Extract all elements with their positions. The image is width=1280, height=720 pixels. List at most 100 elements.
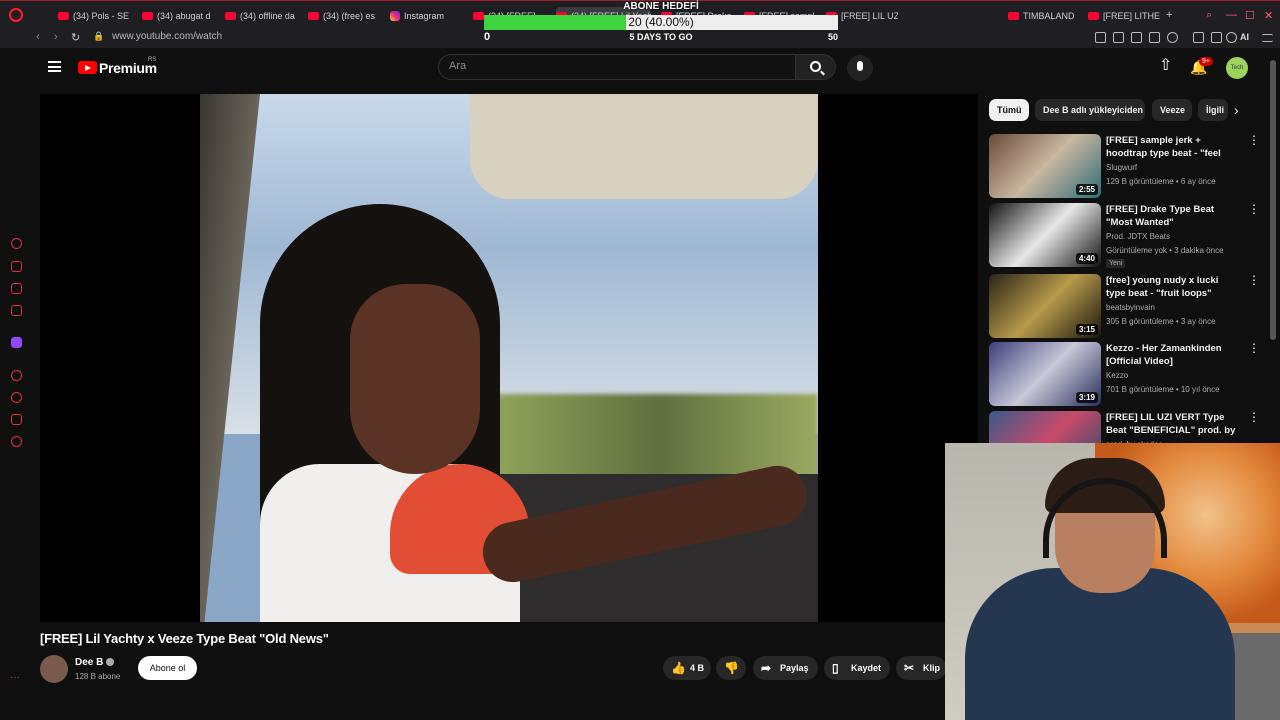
dislike-button[interactable]: 👎	[716, 656, 746, 680]
extensions-icon[interactable]	[11, 414, 22, 425]
recommended-video-channel[interactable]: beatsbyinvain	[1106, 303, 1155, 312]
tab-label: (34) abugat d	[157, 11, 211, 21]
like-button[interactable]: 👍 4 B	[663, 656, 711, 680]
recommended-video[interactable]: 4:40 [FREE] Drake Type Beat "Most Wanted"…	[989, 203, 1261, 268]
heart-icon[interactable]	[1167, 32, 1178, 43]
search-tabs-icon[interactable]: ⌕	[1206, 9, 1212, 22]
player-icon[interactable]	[1149, 32, 1160, 43]
recommended-video-title[interactable]: [FREE] sample jerk + hoodtrap type beat …	[1106, 134, 1238, 160]
speed-dial-icon[interactable]	[11, 238, 22, 249]
recommended-video-meta: 701 B görüntüleme • 10 yıl önce	[1106, 385, 1220, 394]
close-window-icon[interactable]: ✕	[1264, 9, 1273, 22]
reload-icon[interactable]: ↻	[71, 31, 80, 44]
search-box	[438, 54, 796, 80]
browser-tab[interactable]: (34) offline da	[225, 7, 297, 25]
opera-logo-icon[interactable]	[9, 8, 23, 22]
filter-chip[interactable]: İlgili	[1198, 99, 1228, 121]
video-scene-visor	[470, 94, 818, 199]
more-actions-icon[interactable]: ⋮	[1248, 411, 1260, 423]
subscribe-button[interactable]: Abone ol	[138, 656, 197, 680]
new-tab-button[interactable]: +	[1166, 9, 1172, 21]
search-button[interactable]	[796, 54, 836, 80]
browser-tab[interactable]: TIMBALAND	[1008, 7, 1080, 25]
recommended-video-channel[interactable]: Prod. JDTX Beats	[1106, 232, 1170, 241]
video-duration: 3:19	[1075, 392, 1098, 403]
sidebar-more-icon[interactable]: ···	[10, 672, 20, 683]
minimize-icon[interactable]: —	[1226, 9, 1237, 21]
video-frame[interactable]	[200, 94, 818, 622]
aria-ai-button[interactable]: AI	[1240, 32, 1249, 42]
video-thumbnail[interactable]: 3:15	[989, 274, 1101, 338]
tab-label: [FREE] LITHE	[1103, 11, 1160, 21]
recommended-video-channel[interactable]: Kezzo	[1106, 371, 1128, 380]
clip-button[interactable]: ✂ Klip	[896, 656, 946, 680]
youtube-favicon-icon	[225, 12, 236, 20]
url-field[interactable]: www.youtube.com/watch	[112, 31, 222, 42]
back-icon[interactable]: ‹	[36, 31, 40, 43]
browser-tab[interactable]: Instagram	[390, 7, 462, 25]
account-avatar[interactable]: Tech	[1226, 57, 1248, 79]
recommended-video[interactable]: 3:15 [free] young nudy x lucki type beat …	[989, 274, 1261, 338]
youtube-logo-icon[interactable]	[78, 61, 97, 74]
maximize-icon[interactable]: ☐	[1245, 9, 1255, 22]
youtube-favicon-icon	[473, 12, 484, 20]
easy-setup-icon[interactable]	[1262, 34, 1273, 42]
send-icon[interactable]	[1226, 32, 1237, 43]
youtube-favicon-icon	[308, 12, 319, 20]
recommended-video-title[interactable]: [FREE] Drake Type Beat "Most Wanted"	[1106, 203, 1238, 229]
more-actions-icon[interactable]: ⋮	[1248, 203, 1260, 215]
browser-tab[interactable]: (34) (free) es	[308, 7, 380, 25]
chevron-right-icon[interactable]: ›	[1234, 101, 1250, 119]
forward-icon[interactable]: ›	[54, 31, 58, 43]
history-icon[interactable]	[11, 392, 22, 403]
goal-progress-text: 20 (40.00%)	[628, 15, 694, 29]
wallet-icon[interactable]	[1193, 32, 1204, 43]
share-label: Paylaş	[780, 663, 809, 673]
filter-chip[interactable]: Tümü	[989, 99, 1029, 121]
channel-name[interactable]: Dee B	[75, 657, 103, 668]
adblock-icon[interactable]	[1131, 32, 1142, 43]
thumbs-up-icon: 👍	[671, 661, 686, 675]
browser-tab[interactable]: [FREE] LITHE	[1088, 7, 1160, 25]
mail-icon[interactable]	[11, 305, 22, 316]
page-scrollbar[interactable]	[1270, 60, 1276, 340]
more-actions-icon[interactable]: ⋮	[1248, 342, 1260, 354]
player-sidebar-icon[interactable]	[11, 370, 22, 381]
video-thumbnail[interactable]: 4:40	[989, 203, 1101, 267]
more-actions-icon[interactable]: ⋮	[1248, 134, 1260, 146]
filter-chip[interactable]: Dee B adlı yükleyiciden	[1035, 99, 1145, 121]
recommended-video[interactable]: 3:19 Kezzo - Her Zamankinden [Official Vi…	[989, 342, 1261, 406]
youtube-favicon-icon	[142, 12, 153, 20]
hamburger-menu-icon[interactable]	[48, 61, 61, 72]
like-count: 4 B	[690, 663, 705, 673]
youtube-favicon-icon	[1088, 12, 1099, 20]
video-thumbnail[interactable]: 3:19	[989, 342, 1101, 406]
twitch-icon[interactable]	[11, 337, 22, 348]
recommended-video[interactable]: 2:55 [FREE] sample jerk + hoodtrap type b…	[989, 134, 1261, 198]
settings-icon[interactable]	[11, 436, 22, 447]
save-button[interactable]: ▯ Kaydet	[824, 656, 890, 680]
crypto-wallet-icon[interactable]	[11, 261, 22, 272]
search-input[interactable]	[449, 60, 779, 72]
voice-search-button[interactable]	[847, 55, 873, 81]
bookmark-icon[interactable]	[1095, 32, 1106, 43]
browser-tab[interactable]: (34) abugat d	[142, 7, 214, 25]
goal-title: ABONE HEDEFİ	[623, 1, 699, 12]
recommended-video-title[interactable]: [free] young nudy x lucki type beat - "f…	[1106, 274, 1238, 300]
recommended-video-title[interactable]: Kezzo - Her Zamankinden [Official Video]	[1106, 342, 1238, 368]
browser-tab[interactable]: (34) Pols - SE	[58, 7, 130, 25]
more-actions-icon[interactable]: ⋮	[1248, 274, 1260, 286]
share-button[interactable]: ➦ Paylaş	[753, 656, 818, 680]
video-thumbnail[interactable]: 2:55	[989, 134, 1101, 198]
recommended-video-title[interactable]: [FREE] LIL UZI VERT Type Beat "BENEFICIA…	[1106, 411, 1238, 437]
filter-chip[interactable]: Veeze	[1152, 99, 1192, 121]
create-upload-icon[interactable]: ⇧	[1159, 58, 1173, 75]
recommended-video-channel[interactable]: Slugwurf	[1106, 163, 1137, 172]
channel-avatar[interactable]	[40, 655, 68, 683]
snapshot-icon[interactable]	[1113, 32, 1124, 43]
video-player[interactable]	[40, 94, 978, 622]
download-icon[interactable]	[1211, 32, 1222, 43]
messenger-icon[interactable]	[11, 283, 22, 294]
youtube-favicon-icon	[58, 12, 69, 20]
video-duration: 4:40	[1075, 253, 1098, 264]
